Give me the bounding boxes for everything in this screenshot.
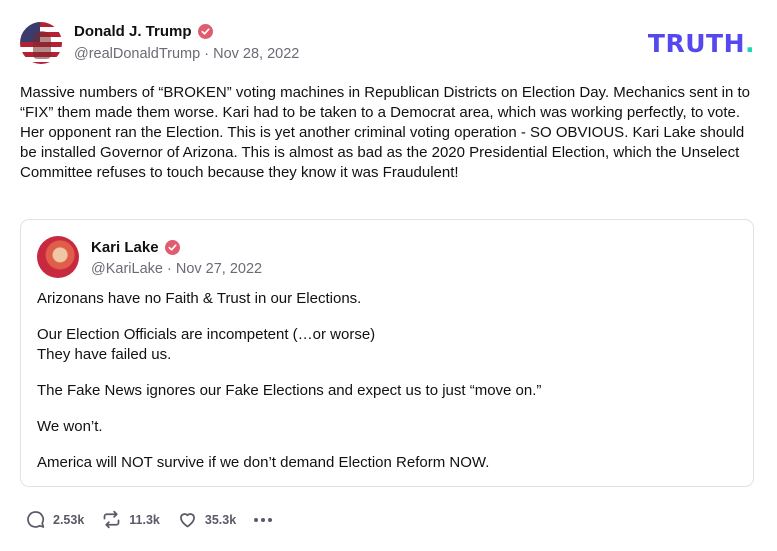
more-dot bbox=[261, 517, 266, 522]
quoted-paragraph: America will NOT survive if we don’t dem… bbox=[37, 454, 490, 471]
quoted-paragraph: The Fake News ignores our Fake Elections… bbox=[37, 382, 542, 399]
post-body: Massive numbers of “BROKEN” voting machi… bbox=[20, 84, 751, 181]
quoted-author-avatar[interactable] bbox=[37, 236, 79, 278]
verified-badge-icon bbox=[164, 240, 180, 255]
retruth-count: 11.3k bbox=[129, 512, 160, 527]
quoted-paragraph: Arizonans have no Faith & Trust in our E… bbox=[37, 290, 362, 307]
like-button[interactable]: 35.3k bbox=[177, 509, 236, 530]
repost-icon bbox=[103, 510, 120, 529]
author-name[interactable]: Donald J. Trump bbox=[74, 23, 192, 40]
author-avatar[interactable] bbox=[20, 22, 62, 64]
reply-button[interactable]: 2.53k bbox=[25, 509, 84, 530]
quoted-meta: @KariLake · Nov 27, 2022 bbox=[91, 261, 262, 277]
more-dot bbox=[254, 517, 259, 522]
verified-badge-icon bbox=[197, 24, 213, 39]
quoted-date[interactable]: Nov 27, 2022 bbox=[176, 261, 262, 277]
more-icon[interactable] bbox=[254, 517, 273, 522]
action-bar: 2.53k 11.3k 35.3k bbox=[25, 509, 273, 530]
like-count: 35.3k bbox=[204, 512, 237, 527]
heart-icon bbox=[179, 513, 195, 528]
quoted-post[interactable]: Kari Lake @KariLake · Nov 27, 2022 Arizo… bbox=[20, 219, 754, 487]
meta-separator: · bbox=[166, 261, 172, 277]
author-handle[interactable]: @realDonaldTrump bbox=[74, 46, 200, 62]
retruth-button[interactable]: 11.3k bbox=[101, 509, 160, 530]
quoted-author-name[interactable]: Kari Lake bbox=[91, 239, 159, 256]
quoted-paragraph: We won’t. bbox=[37, 418, 103, 435]
meta-separator: · bbox=[204, 46, 210, 62]
quoted-handle[interactable]: @KariLake bbox=[91, 261, 163, 277]
quoted-body: Arizonans have no Faith & Trust in our E… bbox=[37, 289, 737, 489]
more-dot bbox=[268, 517, 273, 522]
post-date[interactable]: Nov 28, 2022 bbox=[213, 46, 299, 62]
author-meta: @realDonaldTrump · Nov 28, 2022 bbox=[74, 46, 299, 62]
truth-logo: TRUTH. bbox=[648, 29, 755, 58]
truth-logo-dot: . bbox=[745, 29, 755, 58]
quoted-name-row: Kari Lake bbox=[91, 239, 180, 256]
reply-count: 2.53k bbox=[53, 512, 85, 527]
author-name-row: Donald J. Trump bbox=[74, 23, 213, 40]
quoted-paragraph: Our Election Officials are incompetent (… bbox=[37, 326, 376, 363]
truth-logo-text: TRUTH bbox=[647, 29, 745, 58]
truth-post: Donald J. Trump @realDonaldTrump · Nov 2… bbox=[0, 0, 777, 551]
comment-icon bbox=[27, 511, 45, 528]
